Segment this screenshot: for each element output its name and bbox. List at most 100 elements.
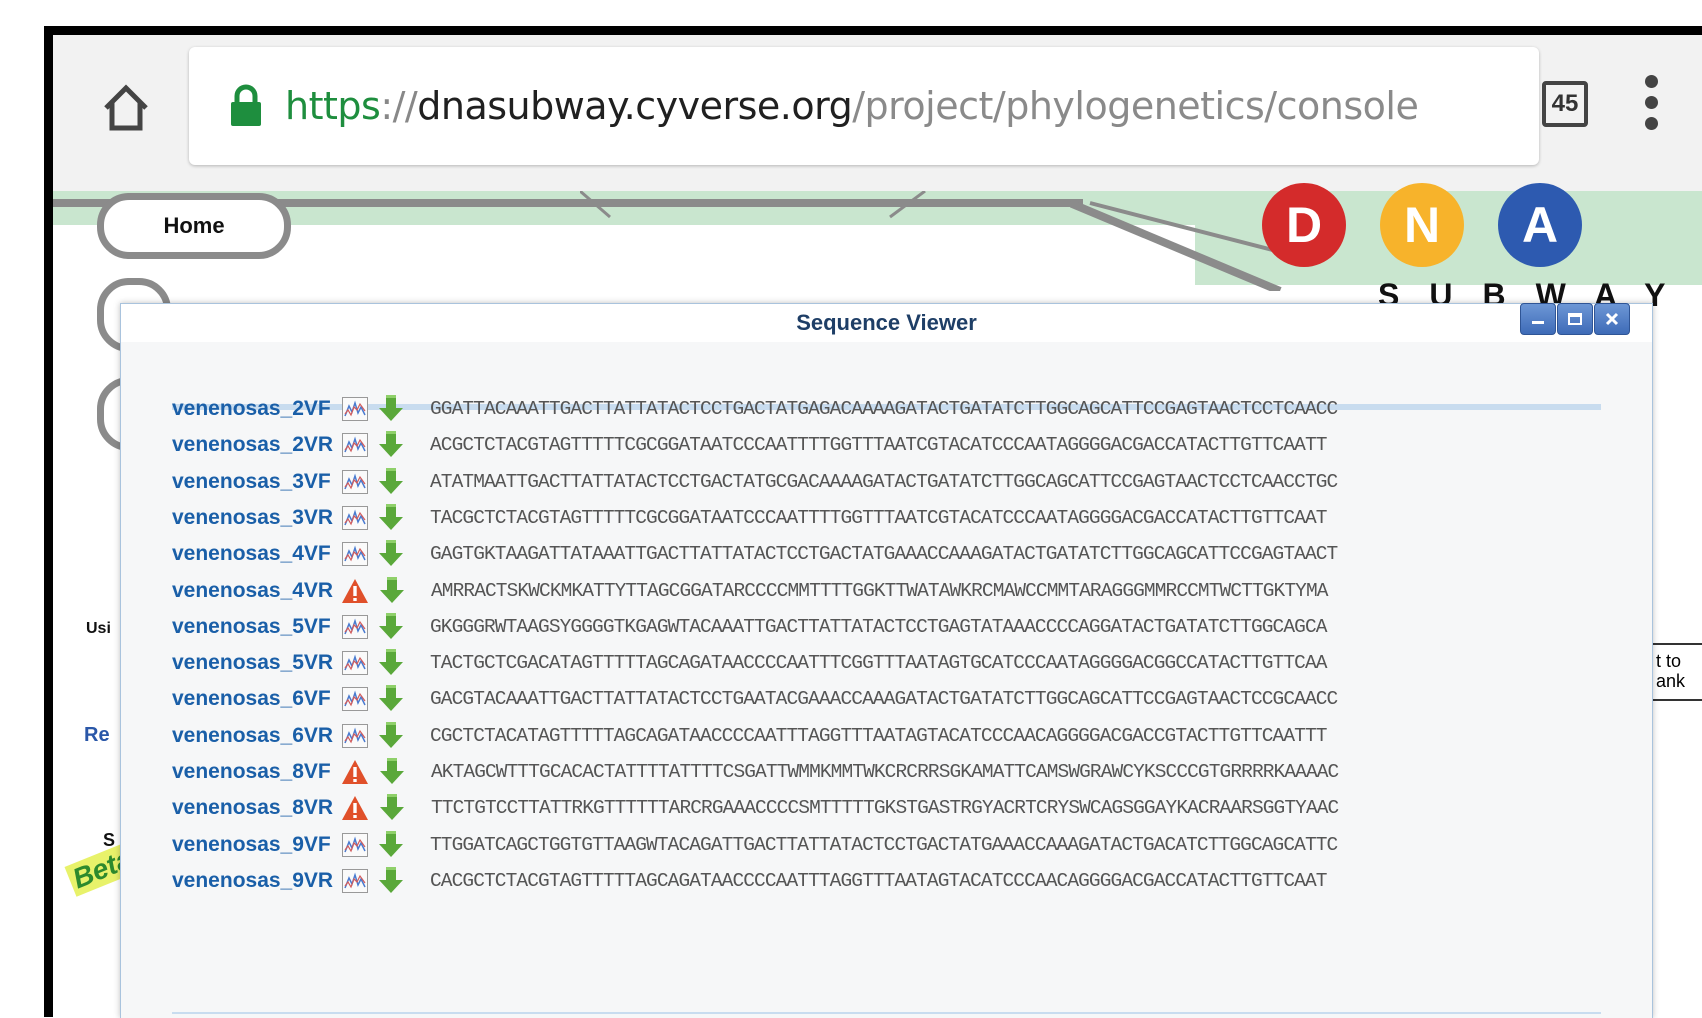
sequence-row: venenosas_3VF ATATMAATTGACTTATTATACTCCTGA… — [172, 463, 1466, 501]
sequence-text: CGCTCTACATAGTTTTTAGCAGATAACCCCAATTTAGGTT… — [430, 724, 1327, 747]
sequence-row: venenosas_8VR TTCTGTCCTTATTRKGTTTTTTARCRG… — [172, 789, 1467, 827]
url-host: dnasubway.cyverse.org — [417, 84, 853, 128]
download-icon[interactable] — [378, 830, 404, 860]
sequence-name-link[interactable]: venenosas_9VR — [172, 869, 342, 893]
subway-line-ticks — [580, 191, 926, 219]
download-icon[interactable] — [379, 793, 405, 823]
sequence-name-link[interactable]: venenosas_3VF — [172, 470, 342, 494]
warning-icon[interactable] — [341, 795, 369, 821]
sequence-text: TTCTGTCCTTATTRKGTTTTTTARCRGAAACCCCSMTTTT… — [431, 797, 1339, 820]
maximize-icon[interactable] — [1557, 303, 1593, 335]
dialog-window-controls — [1520, 303, 1631, 335]
subway-line-diagonal — [1070, 199, 1301, 291]
download-icon[interactable] — [378, 866, 404, 896]
sequence-row: venenosas_2VR ACGCTCTACGTAGTTTTTCGCGGATAA… — [172, 426, 1466, 464]
sequence-text: TACGCTCTACGTAGTTTTTCGCGGATAATCCCAATTTTGG… — [430, 506, 1327, 529]
trace-icon[interactable] — [342, 397, 368, 421]
trace-icon[interactable] — [342, 687, 368, 712]
url-scheme: https — [285, 84, 381, 128]
sequence-row: venenosas_4VF GAGTGKTAAGATTATAAATTGACTTAT… — [172, 535, 1466, 573]
trace-icon[interactable] — [342, 832, 368, 857]
download-icon[interactable] — [378, 721, 404, 751]
download-icon[interactable] — [378, 648, 404, 678]
warning-icon[interactable] — [341, 759, 369, 785]
download-icon[interactable] — [378, 503, 404, 533]
sequence-row: venenosas_8VF AKTAGCWTTTGCACACTATTTTATTTT… — [172, 753, 1467, 791]
close-icon[interactable] — [1594, 303, 1630, 335]
trace-icon[interactable] — [342, 469, 368, 494]
minimize-icon[interactable] — [1520, 303, 1556, 335]
address-bar[interactable]: https://dnasubway.cyverse.org/project/ph… — [189, 47, 1539, 165]
url-path: /project/phylogenetics/console — [852, 84, 1419, 128]
sequence-text: TACTGCTCGACATAGTTTTTAGCAGATAACCCCAATTTCG… — [430, 652, 1327, 675]
divider — [172, 1012, 1601, 1014]
trace-icon[interactable] — [342, 505, 368, 530]
sequence-text: GAGTGKTAAGATTATAAATTGACTTATTATACTCCTGACT… — [430, 543, 1338, 566]
sequence-row: venenosas_6VF GACGTACAAATTGACTTATTATACTCC… — [172, 680, 1466, 718]
sequence-name-link[interactable]: venenosas_2VF — [172, 397, 342, 421]
sequence-row: venenosas_9VF TTGGATCAGCTGGTGTTAAGWTACAGA… — [172, 826, 1466, 864]
sequence-text: AMRRACTSKWCKMKATTYTTAGCGGATARCCCCMMTTTTG… — [431, 579, 1328, 602]
sequence-text: GACGTACAAATTGACTTATTATACTCCTGAATACGAAACC… — [430, 688, 1338, 711]
trace-icon[interactable] — [342, 723, 368, 748]
sequence-row: venenosas_5VR TACTGCTCGACATAGTTTTTAGCAGAT… — [172, 644, 1466, 682]
device-frame-top — [0, 0, 1702, 35]
dialog-title: Sequence Viewer — [796, 310, 977, 335]
sequence-name-link[interactable]: venenosas_5VR — [172, 651, 342, 675]
sequence-row: venenosas_5VF GKGGGRWTAAGSYGGGGTKGAGWTACA… — [172, 608, 1466, 646]
dialog-body: venenosas_2VF GGATTACAAATTGACTTATTATACTCC… — [121, 342, 1652, 1018]
trace-icon[interactable] — [342, 433, 368, 458]
sequence-name-link[interactable]: venenosas_3VR — [172, 506, 342, 530]
download-icon[interactable] — [378, 612, 404, 642]
logo-letter-a: A — [1498, 183, 1582, 267]
sequence-text: GGATTACAAATTGACTTATTATACTCCTGACTATGAGACA… — [430, 398, 1338, 420]
sequence-row: venenosas_2VF GGATTACAAATTGACTTATTATACTCC… — [172, 390, 1466, 428]
download-icon[interactable] — [378, 394, 404, 424]
re-link[interactable]: Re — [84, 724, 110, 747]
sequence-viewer-dialog: Sequence Viewer venenosas_2VF GGATTACAAAT… — [120, 303, 1653, 1018]
sequence-name-link[interactable]: venenosas_4VR — [172, 579, 342, 603]
tab-switcher-button[interactable]: 45 — [1542, 81, 1588, 127]
sequence-text: AKTAGCWTTTGCACACTATTTTATTTTCSGATTWMMKMMT… — [431, 761, 1339, 783]
sequence-name-link[interactable]: venenosas_2VR — [172, 433, 342, 457]
sequence-text: GKGGGRWTAAGSYGGGGTKGAGWTACAAATTGACTTATTA… — [430, 615, 1327, 638]
download-icon[interactable] — [379, 576, 405, 606]
logo-letter-d: D — [1262, 183, 1346, 267]
overflow-menu-icon[interactable] — [1641, 75, 1661, 139]
sequence-row: venenosas_6VR CGCTCTACATAGTTTTTAGCAGATAAC… — [172, 717, 1466, 755]
sequence-row: venenosas_3VR TACGCTCTACGTAGTTTTTCGCGGATA… — [172, 499, 1466, 537]
sequence-name-link[interactable]: venenosas_8VF — [172, 760, 342, 784]
sequence-row: venenosas_4VR AMRRACTSKWCKMKATTYTTAGCGGAT… — [172, 572, 1467, 610]
download-icon[interactable] — [378, 467, 404, 497]
download-icon[interactable] — [378, 430, 404, 460]
sequence-text: ATATMAATTGACTTATTATACTCCTGACTATGCGACAAAA… — [430, 470, 1338, 493]
download-icon[interactable] — [378, 684, 404, 714]
trace-icon[interactable] — [342, 651, 368, 676]
trace-icon[interactable] — [342, 868, 368, 893]
home-button[interactable]: Home — [97, 193, 291, 259]
sequence-text: TTGGATCAGCTGGTGTTAAGWTACAGATTGACTTATTATA… — [430, 833, 1338, 856]
url-separator: :// — [380, 84, 418, 128]
export-to-genbank-button[interactable]: t to ank — [1650, 643, 1702, 701]
lock-icon — [229, 84, 263, 128]
download-icon[interactable] — [379, 757, 405, 787]
trace-icon[interactable] — [342, 614, 368, 639]
export-label-line2: ank — [1656, 671, 1686, 691]
url-text: https://dnasubway.cyverse.org/project/ph… — [285, 84, 1419, 128]
trace-icon[interactable] — [342, 542, 368, 567]
sequence-name-link[interactable]: venenosas_8VR — [172, 796, 342, 820]
usi-label: Usi — [86, 620, 111, 637]
warning-icon[interactable] — [341, 578, 369, 604]
device-frame-left — [44, 26, 53, 1017]
sequence-name-link[interactable]: venenosas_4VF — [172, 542, 342, 566]
browser-toolbar: https://dnasubway.cyverse.org/project/ph… — [53, 35, 1702, 192]
sequence-name-link[interactable]: venenosas_9VF — [172, 833, 342, 857]
home-icon[interactable] — [91, 73, 161, 143]
sequence-name-link[interactable]: venenosas_5VF — [172, 615, 342, 639]
logo-letter-n: N — [1380, 183, 1464, 267]
export-label-line1: t to — [1656, 651, 1682, 671]
sequence-name-link[interactable]: venenosas_6VR — [172, 724, 342, 748]
sequence-name-link[interactable]: venenosas_6VF — [172, 687, 342, 711]
sequence-text: ACGCTCTACGTAGTTTTTCGCGGATAATCCCAATTTTGGT… — [430, 434, 1327, 457]
download-icon[interactable] — [378, 539, 404, 569]
